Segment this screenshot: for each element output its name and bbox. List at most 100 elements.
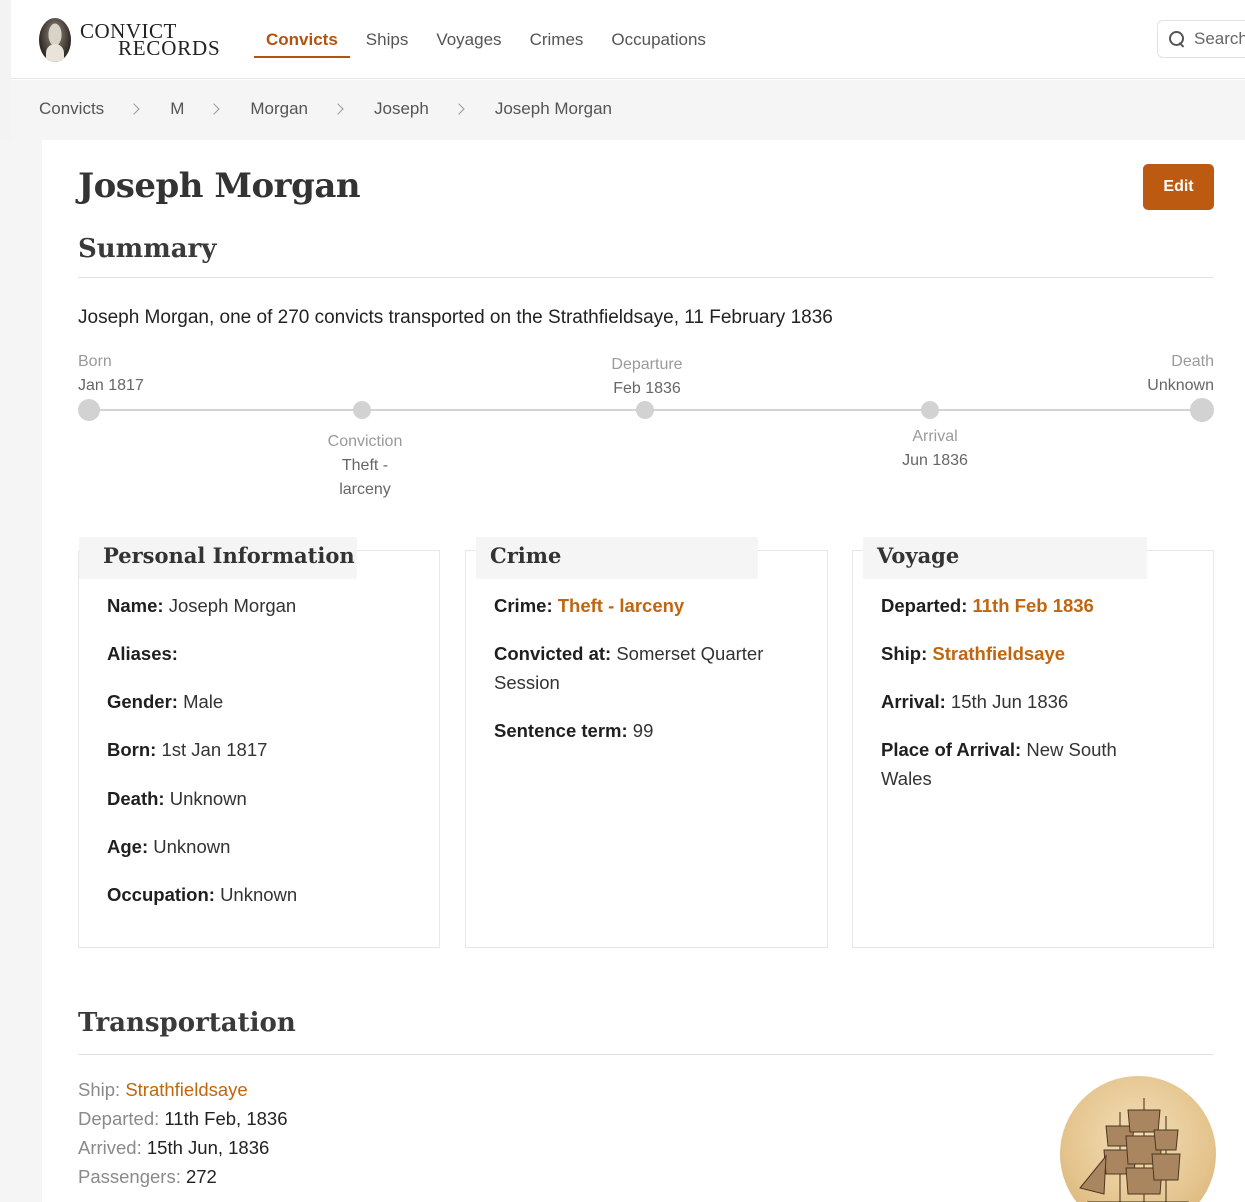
timeline-arrival: Arrival Jun 1836 (876, 425, 994, 473)
ship-link[interactable]: Strathfieldsaye (932, 643, 1065, 664)
departed-link[interactable]: 11th Feb 1836 (973, 595, 1094, 616)
timeline-departure: Departure Feb 1836 (588, 353, 706, 401)
transportation-divider (78, 1054, 1214, 1055)
transport-departed: Departed: 11th Feb, 1836 (78, 1104, 287, 1133)
edit-button[interactable]: Edit (1143, 164, 1214, 210)
timeline-conviction-value-2: larceny (339, 481, 391, 498)
transport-value: 11th Feb, 1836 (164, 1108, 288, 1129)
breadcrumb-current: Joseph Morgan (494, 99, 613, 118)
search-input[interactable] (1194, 29, 1245, 49)
timeline-dot-born[interactable] (78, 399, 100, 421)
nav-occupations[interactable]: Occupations (597, 0, 720, 79)
nav-ships[interactable]: Ships (352, 0, 423, 79)
page-title: Joseph Morgan (78, 166, 361, 206)
field-gender: Gender: Male (107, 687, 223, 716)
breadcrumb-given-name[interactable]: Joseph (374, 99, 429, 119)
nav-voyages[interactable]: Voyages (422, 0, 515, 79)
summary-divider (78, 277, 1214, 278)
search-box[interactable] (1157, 20, 1245, 58)
chevron-right-icon (453, 103, 465, 115)
chevron-right-icon (208, 103, 221, 115)
top-navbar: CONVICT RECORDS Convicts Ships Voyages C… (11, 0, 1245, 79)
field-value: 99 (632, 720, 654, 741)
summary-heading: Summary (78, 234, 217, 264)
field-value: Joseph Morgan (168, 595, 297, 616)
crime-link[interactable]: Theft - larceny (558, 595, 684, 616)
field-name: Name: Joseph Morgan (107, 591, 296, 620)
transport-ship-link[interactable]: Strathfieldsaye (125, 1079, 247, 1100)
field-age: Age: Unknown (107, 832, 230, 861)
field-value: Male (183, 691, 224, 712)
personal-info-panel: Personal Information Name: Joseph Morgan… (78, 537, 440, 948)
timeline-conviction-type: Conviction (327, 433, 403, 450)
convict-record: Joseph Morgan Edit Summary Joseph Morgan… (42, 140, 1245, 1202)
field-value-cont: Wales (881, 768, 932, 789)
field-label: Age: (107, 836, 149, 857)
timeline-conviction: Conviction Theft - larceny (307, 430, 423, 502)
field-value: Unknown (169, 788, 247, 809)
timeline-dot-conviction[interactable] (353, 401, 371, 419)
timeline-death: Death Unknown (1147, 350, 1214, 398)
breadcrumb-convicts[interactable]: Convicts (39, 99, 104, 119)
field-label: Name: (107, 595, 164, 616)
field-aliases: Aliases: (107, 639, 178, 668)
field-label: Place of Arrival: (881, 739, 1022, 760)
convict-portrait-icon (39, 18, 71, 62)
transport-ship: Ship: Strathfieldsaye (78, 1075, 248, 1104)
field-born: Born: 1st Jan 1817 (107, 735, 267, 764)
site-logo[interactable]: CONVICT RECORDS (39, 16, 239, 64)
nav-convicts[interactable]: Convicts (252, 0, 352, 79)
timeline-born-type: Born (78, 353, 112, 370)
voyage-panel: Voyage Departed: 11th Feb 1836 Ship: Str… (852, 537, 1214, 948)
breadcrumb: Convicts M Morgan Joseph Joseph Morgan (39, 99, 612, 119)
field-value: Unknown (153, 836, 231, 857)
field-value: Unknown (220, 884, 298, 905)
transport-value: 272 (185, 1166, 217, 1187)
field-place-of-arrival: Place of Arrival: New South Wales (881, 735, 1201, 793)
timeline-born: Born Jan 1817 (78, 350, 144, 398)
timeline-dot-arrival[interactable] (921, 401, 939, 419)
ship-illustration (1060, 1076, 1216, 1202)
main-nav: Convicts Ships Voyages Crimes Occupation… (252, 0, 720, 79)
field-label: Ship: (881, 643, 928, 664)
main-left-gutter (0, 140, 42, 1202)
timeline-departure-value: Feb 1836 (613, 380, 681, 397)
breadcrumb-bar: Convicts M Morgan Joseph Joseph Morgan (11, 80, 1245, 140)
field-label: Occupation: (107, 884, 215, 905)
timeline-conviction-value-1: Theft - (341, 457, 389, 474)
transport-label: Ship: (78, 1079, 121, 1100)
field-convicted-at: Convicted at: Somerset Quarter Session (494, 639, 814, 697)
field-label: Departed: (881, 595, 968, 616)
transport-arrived: Arrived: 15th Jun, 1836 (78, 1133, 269, 1162)
timeline-dot-departure[interactable] (636, 401, 654, 419)
timeline-death-value: Unknown (1147, 377, 1214, 394)
field-label: Gender: (107, 691, 178, 712)
field-label: Crime: (494, 595, 553, 616)
field-value: 15th Jun 1836 (950, 691, 1069, 712)
field-label: Born: (107, 739, 157, 760)
field-crime: Crime: Theft - larceny (494, 591, 684, 620)
field-value: New South (1026, 739, 1117, 760)
transportation-heading: Transportation (78, 1008, 296, 1038)
chevron-right-icon (128, 103, 140, 115)
timeline-death-type: Death (1171, 353, 1214, 370)
breadcrumb-surname[interactable]: Morgan (250, 99, 308, 119)
field-arrival: Arrival: 15th Jun 1836 (881, 687, 1068, 716)
transport-passengers: Passengers: 272 (78, 1162, 217, 1191)
field-label: Convicted at: (494, 643, 612, 664)
chevron-right-icon (332, 103, 344, 115)
field-value: 1st Jan 1817 (161, 739, 268, 760)
crime-panel: Crime Crime: Theft - larceny Convicted a… (465, 537, 828, 948)
panel-title: Personal Information (103, 543, 355, 568)
timeline-arrival-value: Jun 1836 (902, 452, 968, 469)
transport-label: Departed: (78, 1108, 160, 1129)
field-label: Aliases: (107, 643, 178, 664)
field-sentence-term: Sentence term: 99 (494, 716, 653, 745)
timeline-dot-death[interactable] (1190, 398, 1214, 422)
summary-text: Joseph Morgan, one of 270 convicts trans… (78, 307, 833, 328)
timeline-born-value: Jan 1817 (78, 377, 144, 394)
breadcrumb-letter[interactable]: M (170, 99, 184, 119)
nav-crimes[interactable]: Crimes (516, 0, 598, 79)
life-timeline: Born Jan 1817 Conviction Theft - larceny… (78, 350, 1214, 500)
field-label: Death: (107, 788, 165, 809)
